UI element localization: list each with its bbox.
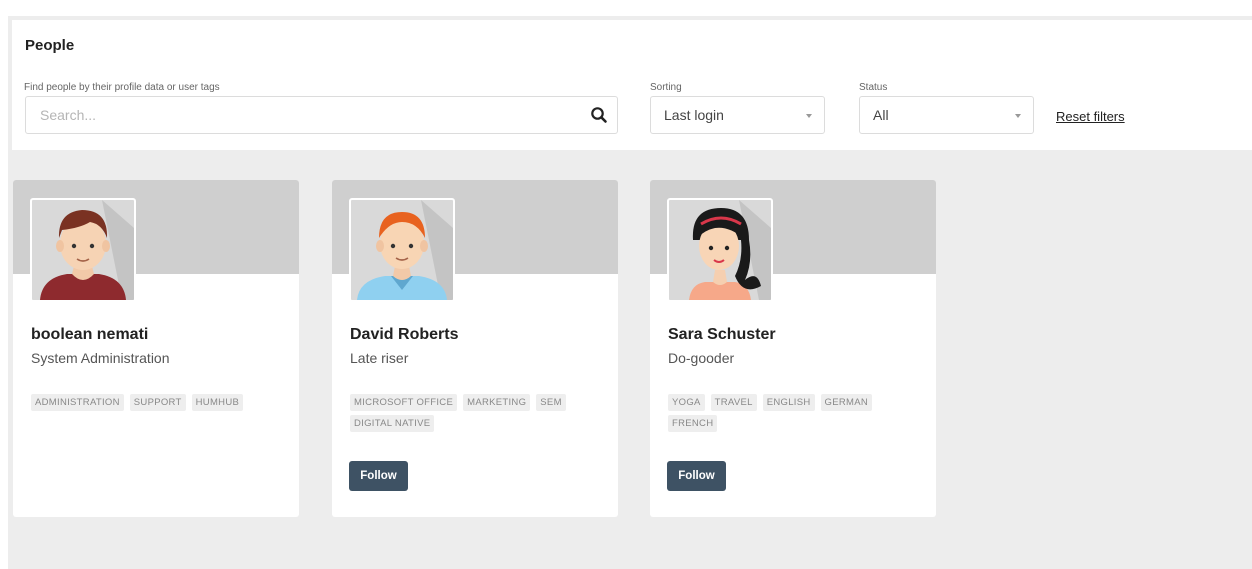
filter-panel: People Find people by their profile data… xyxy=(12,20,1252,150)
person-card[interactable]: David Roberts Late riser MICROSOFT OFFIC… xyxy=(332,180,618,517)
search-box xyxy=(25,96,618,134)
tag-list: YOGA TRAVEL ENGLISH GERMAN FRENCH xyxy=(668,394,918,432)
user-tag[interactable]: SEM xyxy=(536,394,566,411)
page-title: People xyxy=(25,37,75,54)
person-title: System Administration xyxy=(31,350,170,366)
user-tag[interactable]: GERMAN xyxy=(820,394,873,411)
male-ginger-hair-avatar[interactable] xyxy=(349,198,455,302)
user-tag[interactable]: HUMHUB xyxy=(191,394,244,411)
person-card[interactable]: boolean nemati System Administration ADM… xyxy=(13,180,299,517)
user-tag[interactable]: ADMINISTRATION xyxy=(31,394,124,411)
person-name[interactable]: boolean nemati xyxy=(31,326,148,344)
person-card[interactable]: Sara Schuster Do-gooder YOGA TRAVEL ENGL… xyxy=(650,180,936,517)
reset-filters-link[interactable]: Reset filters xyxy=(1056,109,1125,124)
tag-list: ADMINISTRATION SUPPORT HUMHUB xyxy=(31,394,281,411)
person-name[interactable]: David Roberts xyxy=(350,326,458,344)
user-tag[interactable]: MICROSOFT OFFICE xyxy=(350,394,458,411)
chevron-down-icon xyxy=(1015,114,1021,118)
sorting-label: Sorting xyxy=(650,82,682,93)
status-select[interactable]: All xyxy=(859,96,1034,134)
search-input[interactable] xyxy=(26,97,566,133)
top-strip xyxy=(0,0,1252,16)
female-black-hair-avatar[interactable] xyxy=(667,198,773,302)
user-tag[interactable]: ENGLISH xyxy=(762,394,815,411)
search-icon[interactable] xyxy=(590,106,608,124)
user-tag[interactable]: FRENCH xyxy=(668,415,718,432)
search-label: Find people by their profile data or use… xyxy=(24,82,220,93)
sorting-select[interactable]: Last login xyxy=(650,96,825,134)
user-tag[interactable]: YOGA xyxy=(668,394,705,411)
user-tag[interactable]: DIGITAL NATIVE xyxy=(350,415,435,432)
status-value: All xyxy=(873,107,889,123)
tag-list: MICROSOFT OFFICE MARKETING SEM DIGITAL N… xyxy=(350,394,600,432)
person-title: Do-gooder xyxy=(668,350,735,366)
male-brown-hair-avatar[interactable] xyxy=(30,198,136,302)
user-tag[interactable]: TRAVEL xyxy=(710,394,757,411)
people-page: People Find people by their profile data… xyxy=(0,0,1252,569)
status-label: Status xyxy=(859,82,888,93)
person-title: Late riser xyxy=(350,350,409,366)
user-tag[interactable]: MARKETING xyxy=(463,394,531,411)
sorting-value: Last login xyxy=(664,107,724,123)
chevron-down-icon xyxy=(806,114,812,118)
person-name[interactable]: Sara Schuster xyxy=(668,326,776,344)
user-tag[interactable]: SUPPORT xyxy=(129,394,186,411)
follow-button[interactable]: Follow xyxy=(349,461,408,491)
follow-button[interactable]: Follow xyxy=(667,461,726,491)
